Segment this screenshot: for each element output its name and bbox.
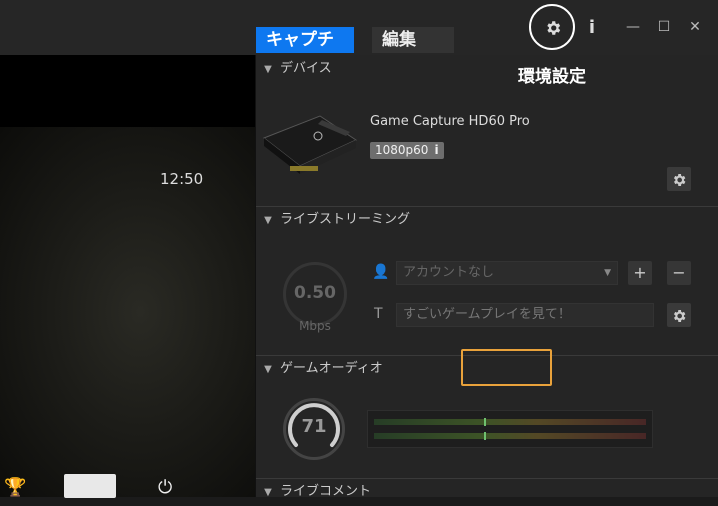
device-name: Game Capture HD60 Pro xyxy=(370,114,530,129)
section-comments-header[interactable]: ▼ ライブコメント xyxy=(256,478,718,505)
add-account-button[interactable]: + xyxy=(628,261,652,285)
section-device-title: デバイス xyxy=(280,61,332,76)
section-audio-title: ゲームオーディオ xyxy=(280,361,383,376)
audio-level-meter xyxy=(367,410,653,448)
user-icon: 👤 xyxy=(372,264,390,280)
meter-mark-right xyxy=(484,432,486,440)
bitrate-value: 0.50 xyxy=(294,283,336,303)
maximize-button[interactable]: ☐ xyxy=(655,18,673,36)
meter-bar-right xyxy=(374,433,646,439)
preview-clock: 12:50 xyxy=(160,170,204,188)
meter-bar-left xyxy=(374,419,646,425)
section-streaming-header[interactable]: ▼ ライブストリーミング xyxy=(256,206,718,233)
capture-preview[interactable] xyxy=(0,55,255,497)
tab-capture[interactable]: キャプチャ xyxy=(256,27,354,76)
stream-title-input[interactable]: すごいゲームプレイを見て！ xyxy=(396,303,654,327)
account-select-value: アカウントなし xyxy=(403,265,495,280)
collapse-triangle-icon: ▼ xyxy=(264,215,272,226)
account-select[interactable]: アカウントなし ▼ xyxy=(396,261,618,285)
gear-icon xyxy=(673,309,686,322)
toolbox-icon xyxy=(64,474,116,498)
annotation-highlight-box xyxy=(461,349,552,386)
power-icon: ⏻ xyxy=(158,477,173,498)
device-settings-button[interactable] xyxy=(667,167,691,191)
preview-video xyxy=(0,127,255,497)
resolution-badge[interactable]: 1080p60 i xyxy=(370,142,444,159)
gear-icon[interactable] xyxy=(541,16,565,40)
trophy-icon: 🏆 xyxy=(4,477,27,498)
bitrate-unit: Mbps xyxy=(299,319,331,333)
remove-account-button[interactable]: − xyxy=(667,261,691,285)
gear-icon xyxy=(673,173,686,186)
capture-card-image xyxy=(260,108,360,180)
section-streaming-title: ライブストリーミング xyxy=(280,212,411,227)
info-icon[interactable]: i xyxy=(586,16,598,40)
collapse-triangle-icon: ▼ xyxy=(264,364,272,375)
tab-edit[interactable]: 編集 xyxy=(372,27,454,53)
minimize-button[interactable]: — xyxy=(624,18,642,36)
section-device-header[interactable]: ▼ デバイス xyxy=(256,56,718,82)
title-text-icon: T xyxy=(374,306,383,322)
stream-settings-button[interactable] xyxy=(667,303,691,327)
collapse-triangle-icon: ▼ xyxy=(264,64,272,75)
title-bar: キャプチャ 編集 i — ☐ ✕ xyxy=(0,0,718,76)
close-button[interactable]: ✕ xyxy=(686,18,704,36)
resolution-label: 1080p60 xyxy=(375,143,429,157)
volume-value: 71 xyxy=(301,416,327,437)
collapse-triangle-icon: ▼ xyxy=(264,487,272,498)
info-icon[interactable]: i xyxy=(434,142,438,159)
settings-annotation-label: 環境設定 xyxy=(518,67,586,87)
chevron-down-icon: ▼ xyxy=(604,268,611,278)
meter-mark-left xyxy=(484,418,486,426)
